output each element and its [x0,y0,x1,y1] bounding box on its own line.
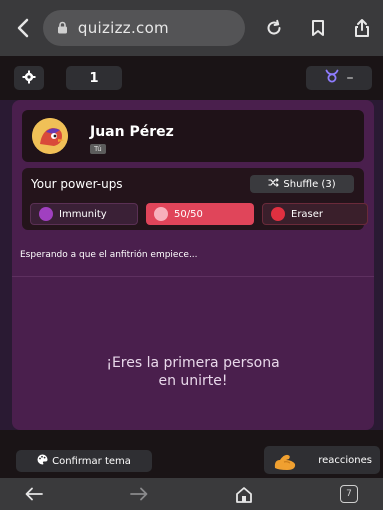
powerup-label: 50/50 [174,208,203,220]
reactions-label: reacciones [318,454,372,466]
bookmark-icon[interactable] [307,17,329,39]
you-badge: Tú [90,144,106,154]
reactions-button[interactable]: reacciones [264,446,380,474]
reload-icon[interactable] [263,17,285,39]
lobby-panel: Juan Pérez Tú Your power-ups Shuffle (3)… [12,100,374,430]
confirm-theme-label: Confirmar tema [52,455,131,467]
user-name: Juan Pérez [90,124,174,140]
browser-toolbar: quizizz.com [0,0,383,56]
powerup-label: Eraser [291,208,324,220]
shuffle-button[interactable]: Shuffle (3) [250,175,354,193]
avatar [32,118,68,154]
gear-icon [22,69,36,88]
settings-button[interactable] [14,66,44,90]
lock-icon [57,19,68,38]
confirm-theme-button[interactable]: Confirmar tema [16,450,152,472]
url-text: quizizz.com [77,19,169,37]
eraser-icon [271,207,285,221]
action-bar: Confirmar tema reacciones [0,430,383,478]
shuffle-label: Shuffle (3) [283,178,336,190]
powerup-50-50[interactable]: 50/50 [146,203,254,225]
immunity-icon [39,207,53,221]
tabs-count: 7 [340,485,358,503]
first-message-line1: ¡Eres la primera persona [106,355,280,371]
powerup-eraser[interactable]: Eraser [262,203,368,225]
taurus-icon [325,69,339,87]
address-bar[interactable]: quizizz.com [42,10,245,46]
first-message-line2: en unirte! [158,373,228,389]
powerups-title: Your power-ups [31,177,123,191]
shuffle-icon [268,178,280,190]
palette-icon [37,454,48,468]
back-icon[interactable] [10,13,37,43]
powerup-label: Immunity [59,208,107,220]
user-card: Juan Pérez Tú [22,110,364,162]
waiting-message: Esperando a que el anfitrión empiece... [20,250,198,260]
screen: quizizz.com 1 – Juan Pérez Tú Your power… [0,0,383,510]
question-counter: 1 [66,66,122,90]
powerup-immunity[interactable]: Immunity [30,203,138,225]
nav-forward-icon[interactable] [127,483,151,505]
tabs-button[interactable]: 7 [337,483,361,505]
first-player-message: ¡Eres la primera persona en unirte! [12,354,374,390]
nav-back-icon[interactable] [22,483,46,505]
theme-button[interactable]: – [306,66,372,90]
quiz-header: 1 – [0,56,383,100]
browser-bottom-nav: 7 [0,478,383,510]
divider [12,276,374,277]
share-icon[interactable] [351,17,373,39]
theme-dash: – [346,70,354,86]
home-icon[interactable] [232,483,256,505]
flexed-biceps-icon [272,448,298,472]
fifty-fifty-icon [154,207,168,221]
powerups-section: Your power-ups Shuffle (3) Immunity 50/5… [22,168,368,230]
